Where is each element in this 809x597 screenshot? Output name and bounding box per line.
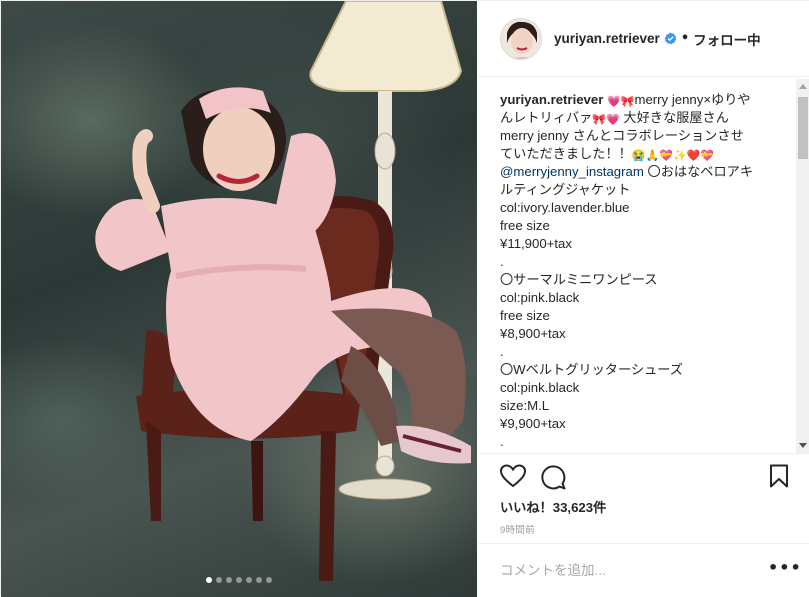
bookmark-icon[interactable]: [769, 464, 789, 488]
comment-bubble-icon[interactable]: [540, 464, 566, 490]
caption-line: col:pink.black: [500, 379, 790, 397]
caption-line: col:pink.black: [500, 289, 790, 307]
caption-text: ¥11,900+tax: [500, 236, 572, 251]
post-header: yuriyan.retriever • フォロー中: [478, 1, 809, 77]
caption-text: size:M.L: [500, 398, 550, 413]
caption-text: .: [500, 254, 504, 269]
carousel-dot[interactable]: [266, 577, 272, 583]
caption-line: yuriyan.retriever 💗🎀merry jenny×ゆりや: [500, 91, 790, 109]
photo-illustration: [95, 1, 471, 581]
carousel-dot[interactable]: [256, 577, 262, 583]
caption-text: んレトリィバァ: [500, 110, 593, 125]
caption-line: free size: [500, 307, 790, 325]
caption-text: ルティングジャケット: [500, 182, 631, 197]
caption-text: ¥9,900+tax: [500, 416, 566, 431]
caption-line: ルティングジャケット: [500, 181, 790, 199]
caption-line: 〇サーマルミニワンピース: [500, 271, 790, 289]
post-timestamp[interactable]: 9時間前: [500, 522, 535, 536]
caption-line: .: [500, 433, 790, 451]
caption-line: col:ivory.lavender.blue: [500, 199, 790, 217]
caption-text: ていただきました！！: [500, 146, 632, 161]
caption-text: 〇Wベルトグリッターシューズ: [500, 362, 683, 377]
caption-text: col:pink.black: [500, 380, 580, 395]
verified-badge-icon: [664, 32, 677, 45]
caption-username[interactable]: yuriyan.retriever: [500, 92, 603, 107]
caption-text: free size: [500, 308, 550, 323]
caption-text: merry jenny×ゆりや: [634, 92, 751, 107]
following-button[interactable]: フォロー中: [693, 29, 761, 49]
post-actions: [478, 453, 809, 493]
caption-line: merry jenny さんとコラボレーションさせ: [500, 127, 790, 145]
carousel-dot[interactable]: [246, 577, 252, 583]
caption-text: free size: [500, 218, 550, 233]
caption-line: size:M.L: [500, 397, 790, 415]
carousel-dot[interactable]: [216, 577, 222, 583]
caption-text: 大好きな服屋さん: [619, 110, 729, 125]
scroll-down-arrow-icon[interactable]: [799, 443, 807, 448]
scrollbar-thumb[interactable]: [798, 97, 808, 159]
caption-line: .: [500, 343, 790, 361]
post-caption: yuriyan.retriever 💗🎀merry jenny×ゆりや んレトリィ…: [500, 91, 790, 451]
scroll-up-arrow-icon[interactable]: [799, 84, 807, 89]
caption-text: 〇サーマルミニワンピース: [500, 272, 658, 287]
comment-bar: •••: [478, 543, 809, 597]
avatar-image: [501, 18, 541, 59]
carousel-dot[interactable]: [226, 577, 232, 583]
post-photo[interactable]: [1, 1, 477, 597]
caption-line: ¥11,900+tax: [500, 235, 790, 253]
caption-line: ¥9,900+tax: [500, 415, 790, 433]
caption-text: merry jenny さんとコラボレーションさせ: [500, 128, 744, 143]
caption-line: んレトリィバァ🎀💗 大好きな服屋さん: [500, 109, 790, 127]
comment-input[interactable]: [500, 560, 740, 580]
caption-text: col:ivory.lavender.blue: [500, 200, 630, 215]
caption-line: ¥8,900+tax: [500, 325, 790, 343]
caption-line: ていただきました！！😭🙏💝✨❤️💝: [500, 145, 790, 163]
header-username[interactable]: yuriyan.retriever: [554, 31, 660, 46]
caption-line: .: [500, 253, 790, 271]
post-sidebar: yuriyan.retriever • フォロー中 yuriyan.retrie…: [478, 1, 809, 597]
follow-separator: •: [680, 31, 690, 46]
carousel-dot[interactable]: [206, 577, 212, 583]
emoji-group: 🎀💗: [592, 114, 620, 126]
avatar[interactable]: [500, 17, 542, 60]
heart-icon[interactable]: [500, 464, 526, 488]
carousel-indicator[interactable]: [1, 577, 477, 583]
caption-text: .: [500, 344, 504, 359]
caption-text: 〇おはなベロアキ: [643, 164, 754, 179]
caption-line: @merryjenny_instagram 〇おはなベロアキ: [500, 163, 790, 181]
carousel-dot[interactable]: [236, 577, 242, 583]
caption-text: col:pink.black: [500, 290, 580, 305]
caption-scrollbar[interactable]: [796, 79, 809, 453]
more-options-icon[interactable]: •••: [768, 558, 802, 577]
instagram-post: yuriyan.retriever • フォロー中 yuriyan.retrie…: [0, 0, 809, 597]
caption-text: .: [500, 434, 504, 449]
caption-mention-link[interactable]: @merryjenny_instagram: [500, 164, 644, 179]
emoji-group: 😭🙏💝✨❤️💝: [631, 150, 715, 162]
caption-text: ¥8,900+tax: [500, 326, 566, 341]
caption-line: free size: [500, 217, 790, 235]
likes-count[interactable]: いいね！33,623件: [500, 497, 606, 516]
caption-line: 〇Wベルトグリッターシューズ: [500, 361, 790, 379]
emoji-group: 💗🎀: [607, 96, 635, 108]
